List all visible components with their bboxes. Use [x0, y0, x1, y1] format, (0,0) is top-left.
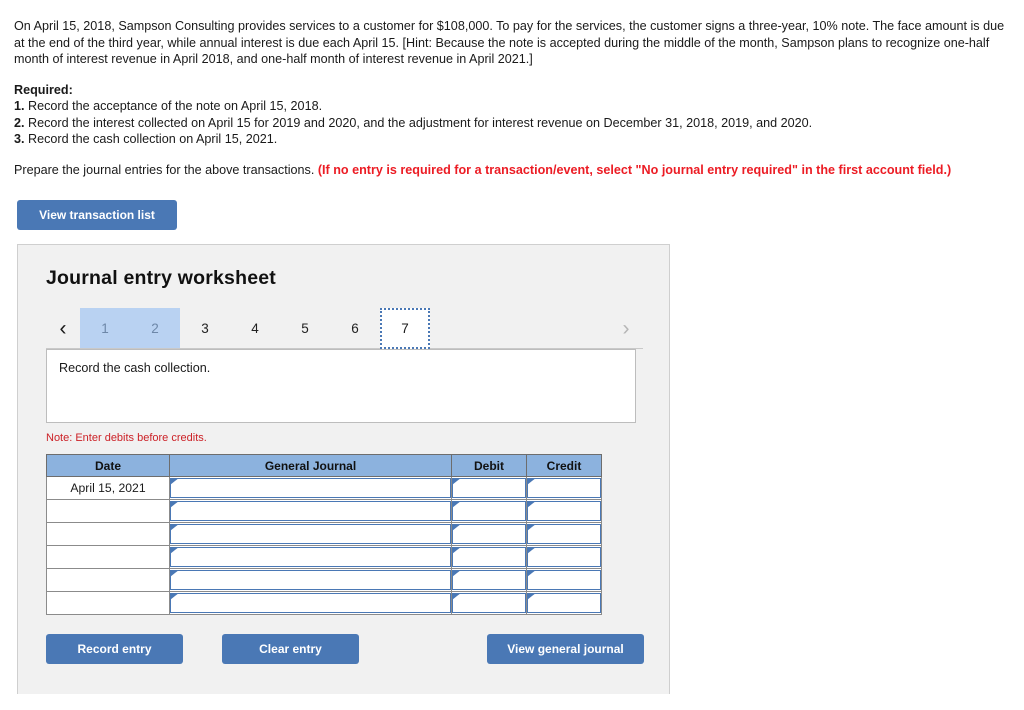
- debit-cell-2[interactable]: [451, 499, 527, 523]
- date-cell-5[interactable]: [46, 568, 170, 592]
- table-header-row: Date General Journal Debit Credit: [46, 454, 602, 477]
- worksheet-tab-1[interactable]: 1: [80, 308, 130, 348]
- chevron-left-icon[interactable]: ‹: [46, 308, 80, 348]
- worksheet-tab-7[interactable]: 7: [380, 308, 430, 349]
- credit-input-5[interactable]: [527, 570, 601, 590]
- worksheet-tab-6[interactable]: 6: [330, 308, 380, 348]
- instruction-alert: (If no entry is required for a transacti…: [317, 162, 952, 177]
- worksheet-tab-5[interactable]: 5: [280, 308, 330, 348]
- requirement-1: 1. Record the acceptance of the note on …: [14, 98, 1010, 115]
- debit-input-6[interactable]: [452, 593, 526, 613]
- general-journal-cell-3[interactable]: [169, 522, 452, 546]
- credit-cell-4[interactable]: [526, 545, 602, 569]
- requirement-3: 3. Record the cash collection on April 1…: [14, 131, 1010, 148]
- date-cell-3[interactable]: [46, 522, 170, 546]
- credit-input-4[interactable]: [527, 547, 601, 567]
- debit-input-3[interactable]: [452, 524, 526, 544]
- debit-cell-1[interactable]: [451, 476, 527, 500]
- table-row: April 15, 2021: [46, 476, 602, 500]
- clear-entry-button[interactable]: Clear entry: [222, 634, 359, 664]
- account-select-2[interactable]: [170, 501, 451, 521]
- general-journal-cell-2[interactable]: [169, 499, 452, 523]
- view-general-journal-button[interactable]: View general journal: [487, 634, 644, 664]
- debit-input-2[interactable]: [452, 501, 526, 521]
- view-transaction-list-button[interactable]: View transaction list: [17, 200, 177, 230]
- credit-input-3[interactable]: [527, 524, 601, 544]
- table-row: [46, 545, 602, 569]
- account-select-5[interactable]: [170, 570, 451, 590]
- debit-cell-3[interactable]: [451, 522, 527, 546]
- credit-cell-6[interactable]: [526, 591, 602, 615]
- general-journal-cell-4[interactable]: [169, 545, 452, 569]
- worksheet-action-bar: Record entry Clear entry View general jo…: [46, 634, 644, 664]
- column-header-credit: Credit: [526, 454, 602, 477]
- debits-before-credits-note: Note: Enter debits before credits.: [46, 432, 207, 444]
- debit-cell-5[interactable]: [451, 568, 527, 592]
- debit-input-5[interactable]: [452, 570, 526, 590]
- worksheet-tab-2[interactable]: 2: [130, 308, 180, 348]
- debit-input-1[interactable]: [452, 478, 526, 498]
- instruction-plain: Prepare the journal entries for the abov…: [14, 162, 318, 177]
- account-select-3[interactable]: [170, 524, 451, 544]
- requirement-2-number: 2.: [14, 115, 25, 130]
- date-cell-4[interactable]: [46, 545, 170, 569]
- debit-cell-4[interactable]: [451, 545, 527, 569]
- requirement-1-number: 1.: [14, 99, 25, 113]
- transaction-list-toolbar: View transaction list: [0, 178, 1024, 230]
- column-header-date: Date: [46, 454, 170, 477]
- record-entry-button[interactable]: Record entry: [46, 634, 183, 664]
- table-row: [46, 568, 602, 592]
- date-cell-1[interactable]: April 15, 2021: [46, 476, 170, 500]
- table-row: [46, 591, 602, 615]
- worksheet-title: Journal entry worksheet: [46, 267, 277, 289]
- requirement-3-number: 3.: [14, 132, 25, 146]
- worksheet-tab-4[interactable]: 4: [230, 308, 280, 348]
- chevron-right-icon[interactable]: ›: [609, 308, 643, 348]
- column-header-general-journal: General Journal: [169, 454, 452, 477]
- required-label: Required:: [14, 82, 73, 97]
- transaction-prompt-box: Record the cash collection.: [46, 349, 636, 423]
- journal-entry-worksheet-panel: Journal entry worksheet ‹ 1 2 3 4 5 6 7 …: [17, 244, 670, 694]
- general-journal-cell-6[interactable]: [169, 591, 452, 615]
- general-journal-cell-5[interactable]: [169, 568, 452, 592]
- credit-cell-5[interactable]: [526, 568, 602, 592]
- credit-input-6[interactable]: [527, 593, 601, 613]
- worksheet-tab-strip: ‹ 1 2 3 4 5 6 7 ›: [46, 308, 643, 349]
- credit-input-1[interactable]: [527, 478, 601, 498]
- credit-input-2[interactable]: [527, 501, 601, 521]
- problem-paragraph-1: On April 15, 2018, Sampson Consulting pr…: [14, 19, 1005, 66]
- date-cell-2[interactable]: [46, 499, 170, 523]
- requirement-3-text: Record the cash collection on April 15, …: [24, 132, 278, 146]
- column-header-debit: Debit: [451, 454, 527, 477]
- requirement-2: 2. Record the interest collected on Apri…: [14, 115, 1010, 132]
- date-cell-6[interactable]: [46, 591, 170, 615]
- general-journal-cell-1[interactable]: [169, 476, 452, 500]
- table-row: [46, 499, 602, 523]
- problem-statement: On April 15, 2018, Sampson Consulting pr…: [0, 0, 1024, 178]
- requirement-1-text: Record the acceptance of the note on Apr…: [24, 99, 323, 113]
- account-select-4[interactable]: [170, 547, 451, 567]
- instruction-line: Prepare the journal entries for the abov…: [14, 162, 1010, 179]
- worksheet-tab-3[interactable]: 3: [180, 308, 230, 348]
- debit-cell-6[interactable]: [451, 591, 527, 615]
- credit-cell-2[interactable]: [526, 499, 602, 523]
- transaction-prompt-text: Record the cash collection.: [59, 361, 211, 375]
- account-select-6[interactable]: [170, 593, 451, 613]
- credit-cell-3[interactable]: [526, 522, 602, 546]
- requirement-2-text: Record the interest collected on April 1…: [24, 115, 813, 130]
- journal-entry-table: Date General Journal Debit Credit April …: [46, 454, 602, 615]
- account-select-1[interactable]: [170, 478, 451, 498]
- credit-cell-1[interactable]: [526, 476, 602, 500]
- table-row: [46, 522, 602, 546]
- debit-input-4[interactable]: [452, 547, 526, 567]
